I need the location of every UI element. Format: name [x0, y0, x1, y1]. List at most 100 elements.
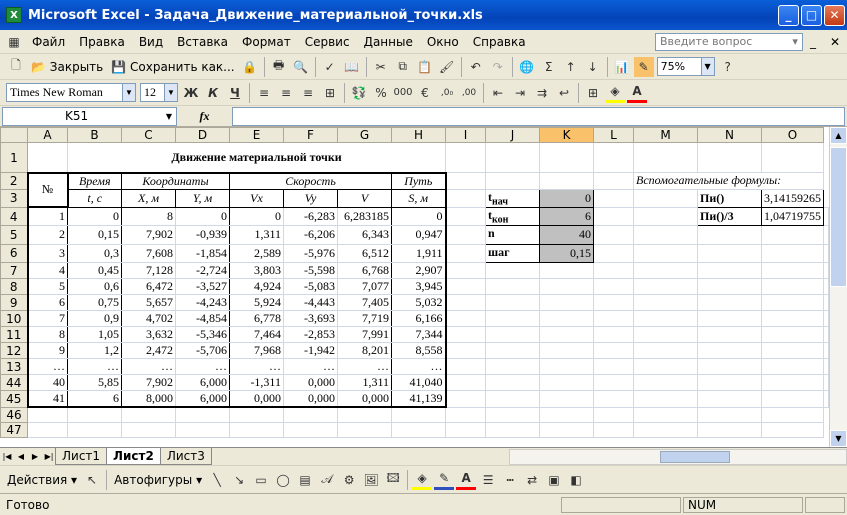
row-header[interactable]: 12	[0, 342, 28, 360]
column-header[interactable]: B	[67, 127, 122, 143]
header-y[interactable]: Y, м	[175, 188, 230, 208]
new-icon[interactable]: 🗋	[6, 57, 26, 77]
param-label[interactable]: tнач	[485, 188, 540, 208]
row-header[interactable]: 5	[0, 225, 28, 245]
table-cell[interactable]: 40	[26, 374, 68, 392]
row-header[interactable]: 7	[0, 262, 28, 280]
table-cell[interactable]: 41	[26, 390, 68, 409]
table-cell[interactable]: 5,924	[229, 294, 284, 312]
column-header[interactable]: I	[445, 127, 486, 143]
table-cell[interactable]: 1,911	[391, 243, 447, 264]
header-path[interactable]: Путь	[391, 171, 447, 190]
table-cell[interactable]: -5,083	[283, 278, 338, 296]
param-value[interactable]: 40	[539, 225, 594, 245]
formula-input[interactable]	[232, 106, 845, 126]
table-cell[interactable]: 0,947	[391, 225, 447, 245]
table-cell[interactable]: -0,939	[175, 225, 230, 245]
table-cell[interactable]: 5,032	[391, 294, 447, 312]
table-cell[interactable]: -1,942	[283, 342, 338, 360]
table-cell[interactable]: -5,976	[283, 243, 338, 264]
table-cell[interactable]: …	[121, 358, 176, 376]
indent-icon[interactable]: ⇉	[532, 83, 552, 103]
arrow-icon[interactable]: ↘	[229, 470, 249, 490]
row-header[interactable]: 2	[0, 172, 28, 190]
table-cell[interactable]: 7,902	[121, 374, 176, 392]
header-v[interactable]: V	[337, 188, 392, 208]
fx-icon[interactable]: fx	[177, 109, 232, 124]
decrease-indent-icon[interactable]: ⇤	[488, 83, 508, 103]
table-cell[interactable]: 1	[26, 206, 68, 227]
table-cell[interactable]: 7,968	[229, 342, 284, 360]
table-cell[interactable]: 0,000	[283, 390, 338, 409]
row-header[interactable]: 11	[0, 326, 28, 344]
menu-insert[interactable]: Вставка	[170, 35, 235, 49]
excel-app-icon[interactable]: X	[6, 7, 22, 23]
wordart-icon[interactable]: 𝒜	[317, 470, 337, 490]
table-cell[interactable]: -1,854	[175, 243, 230, 264]
header-vy[interactable]: Vy	[283, 188, 338, 208]
research-icon[interactable]: 📖	[342, 57, 362, 77]
column-header[interactable]: H	[391, 127, 446, 143]
undo-icon[interactable]: ↶	[466, 57, 486, 77]
menu-view[interactable]: Вид	[132, 35, 170, 49]
sort-desc-icon[interactable]: ↓	[583, 57, 603, 77]
table-cell[interactable]: 8,201	[337, 342, 392, 360]
table-cell[interactable]: 6	[26, 294, 68, 312]
table-cell[interactable]: 0,15	[67, 225, 122, 245]
scroll-thumb[interactable]	[830, 147, 847, 287]
table-cell[interactable]: 7	[26, 310, 68, 328]
select-all-corner[interactable]	[0, 127, 28, 143]
table-cell[interactable]: …	[26, 358, 68, 376]
table-cell[interactable]: 5	[26, 278, 68, 296]
header-x[interactable]: X, м	[121, 188, 176, 208]
column-header[interactable]: E	[229, 127, 284, 143]
table-cell[interactable]: 0,000	[283, 374, 338, 392]
underline-button[interactable]: Ч	[225, 83, 245, 103]
table-cell[interactable]: 6,343	[337, 225, 392, 245]
next-sheet-icon[interactable]: ▶	[28, 452, 42, 461]
table-cell[interactable]: 8	[26, 326, 68, 344]
table-cell[interactable]: 5,657	[121, 294, 176, 312]
row-header[interactable]: 8	[0, 278, 28, 296]
row-header[interactable]: 46	[0, 406, 28, 423]
maximize-button[interactable]: □	[801, 4, 822, 26]
table-cell[interactable]: 8	[121, 206, 176, 227]
rectangle-icon[interactable]: ▭	[251, 470, 271, 490]
doc-minimize-button[interactable]: _	[803, 35, 823, 49]
print-preview-icon[interactable]: 🔍	[291, 57, 311, 77]
table-cell[interactable]: 6,283185	[337, 206, 392, 227]
table-cell[interactable]: -3,693	[283, 310, 338, 328]
table-cell[interactable]: 6,166	[391, 310, 447, 328]
header-s[interactable]: S, м	[391, 188, 447, 208]
row-header[interactable]: 1	[0, 142, 28, 173]
table-cell[interactable]: 4,924	[229, 278, 284, 296]
table-cell[interactable]: 6,472	[121, 278, 176, 296]
column-header-selected[interactable]: K	[539, 127, 594, 143]
table-cell[interactable]: 2	[26, 225, 68, 245]
table-cell[interactable]: 0	[391, 206, 447, 227]
table-cell[interactable]: …	[229, 358, 284, 376]
font-size-select[interactable]: 12 ▼	[140, 83, 178, 102]
row-header[interactable]: 4	[0, 206, 28, 227]
column-header[interactable]: A	[27, 127, 68, 143]
workbook-icon[interactable]: ▦	[4, 32, 24, 52]
fill-color-icon[interactable]: ◈	[605, 83, 625, 103]
menu-help[interactable]: Справка	[466, 35, 533, 49]
close-file-button[interactable]: 📂 Закрыть	[28, 57, 106, 77]
table-cell[interactable]: 6,778	[229, 310, 284, 328]
header-time[interactable]: Время	[67, 171, 122, 190]
oval-icon[interactable]: ◯	[273, 470, 293, 490]
tab-sheet3[interactable]: Лист3	[159, 448, 212, 465]
line-icon[interactable]: ╲	[207, 470, 227, 490]
table-cell[interactable]: 3,632	[121, 326, 176, 344]
italic-button[interactable]: К	[203, 83, 223, 103]
table-cell[interactable]: -4,443	[283, 294, 338, 312]
header-num[interactable]: №	[26, 171, 69, 209]
table-cell[interactable]: 7,344	[391, 326, 447, 344]
table-cell[interactable]: …	[337, 358, 392, 376]
sort-asc-icon[interactable]: ↑	[561, 57, 581, 77]
table-cell[interactable]: -1,311	[229, 374, 284, 392]
table-cell[interactable]: 7,405	[337, 294, 392, 312]
tab-sheet1[interactable]: Лист1	[55, 448, 108, 465]
helper-value[interactable]: 3,14159265	[760, 188, 825, 208]
